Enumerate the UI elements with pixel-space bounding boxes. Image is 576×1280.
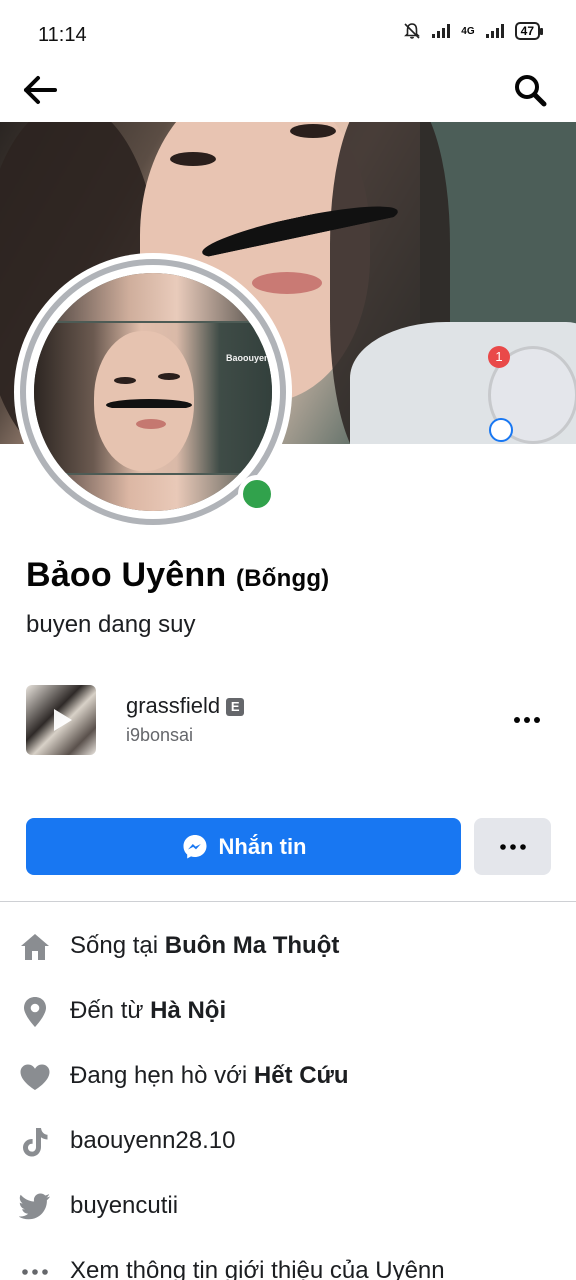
online-status-dot bbox=[238, 475, 276, 513]
back-button[interactable] bbox=[20, 70, 60, 110]
info-item-twitter[interactable]: buyencutii bbox=[0, 1176, 576, 1236]
info-twitter-text: buyencutii bbox=[70, 1192, 179, 1219]
messenger-icon bbox=[183, 834, 206, 858]
avatar-strip-bottom bbox=[34, 475, 272, 511]
featured-title: grassfield E bbox=[126, 693, 245, 719]
info-lives-prefix: Sống tại bbox=[70, 932, 165, 959]
featured-item[interactable]: grassfield E i9bonsai bbox=[26, 685, 550, 755]
cover-eye-right bbox=[290, 124, 336, 138]
avatar-scribble bbox=[106, 399, 192, 411]
info-tiktok-text: baouyenn28.10 bbox=[70, 1127, 236, 1154]
status-bar: 11:14 4G 47 bbox=[0, 0, 576, 64]
info-from-text: Đến từ Hà Nội bbox=[70, 997, 226, 1025]
search-icon bbox=[515, 75, 547, 107]
more-dots-icon bbox=[499, 843, 526, 850]
message-button[interactable]: Nhắn tin bbox=[26, 818, 461, 875]
twitter-icon bbox=[18, 1190, 52, 1224]
heart-icon bbox=[18, 1060, 52, 1094]
info-see-about-text: Xem thông tin giới thiệu của Uyênn bbox=[70, 1257, 445, 1280]
mute-bell-icon bbox=[404, 23, 421, 39]
avatar-strip-top bbox=[34, 273, 272, 321]
featured-subtitle: i9bonsai bbox=[126, 725, 194, 745]
status-time: 11:14 bbox=[38, 24, 87, 46]
search-button[interactable] bbox=[510, 70, 550, 110]
info-relationship-text: Đang hẹn hò với Hết Cứu bbox=[70, 1062, 349, 1090]
arrow-left-icon bbox=[24, 76, 57, 104]
info-item-relationship[interactable]: Đang hẹn hò với Hết Cứu bbox=[0, 1046, 576, 1106]
status-icons: 4G 47 bbox=[403, 22, 544, 40]
signal-icon bbox=[432, 24, 451, 38]
notification-badge: 1 bbox=[488, 346, 510, 368]
info-from-prefix: Đến từ bbox=[70, 997, 151, 1024]
profile-name: Bảoo Uyênn (Bốngg) bbox=[26, 556, 329, 595]
play-icon bbox=[54, 709, 72, 731]
message-button-label: Nhắn tin bbox=[218, 833, 307, 859]
signal-icon-2 bbox=[485, 24, 504, 38]
avatar-container[interactable]: Baoouyenn bbox=[14, 253, 292, 531]
more-actions-button[interactable] bbox=[474, 818, 551, 875]
featured-title-text: grassfield bbox=[126, 693, 221, 718]
more-dots-icon bbox=[514, 717, 540, 723]
location-pin-icon bbox=[18, 995, 52, 1029]
tiktok-icon bbox=[18, 1125, 52, 1159]
info-relationship-prefix: Đang hẹn hò với bbox=[70, 1062, 254, 1089]
more-dots-icon bbox=[18, 1255, 52, 1280]
section-divider bbox=[0, 901, 576, 902]
info-lives-in-text: Sống tại Buôn Ma Thuột bbox=[70, 932, 339, 960]
avatar-watermark: Baoouyenn bbox=[226, 353, 272, 363]
profile-bio: buyen dang suy bbox=[26, 611, 196, 638]
battery-indicator: 47 bbox=[514, 22, 544, 40]
top-nav bbox=[0, 64, 576, 120]
avatar-eye-left bbox=[114, 377, 136, 384]
network-type: 4G bbox=[461, 25, 475, 37]
info-item-see-about[interactable]: Xem thông tin giới thiệu của Uyênn bbox=[0, 1241, 576, 1280]
explicit-badge: E bbox=[226, 698, 245, 716]
edit-badge[interactable] bbox=[489, 418, 513, 442]
avatar[interactable]: Baoouyenn bbox=[34, 273, 272, 511]
home-icon bbox=[18, 930, 52, 964]
avatar-eye-right bbox=[158, 373, 180, 380]
info-from-value[interactable]: Hà Nội bbox=[150, 997, 226, 1024]
cover-eye-left bbox=[170, 152, 216, 166]
avatar-lips bbox=[136, 419, 166, 429]
info-item-lives-in[interactable]: Sống tại Buôn Ma Thuột bbox=[0, 916, 576, 976]
profile-name-text: Bảoo Uyênn bbox=[26, 556, 227, 594]
info-relationship-value[interactable]: Hết Cứu bbox=[254, 1062, 349, 1089]
info-item-from[interactable]: Đến từ Hà Nội bbox=[0, 981, 576, 1041]
info-item-tiktok[interactable]: baouyenn28.10 bbox=[0, 1111, 576, 1171]
profile-alt-name: (Bốngg) bbox=[236, 565, 330, 592]
featured-more-button[interactable] bbox=[510, 705, 544, 735]
info-lives-value[interactable]: Buôn Ma Thuột bbox=[165, 932, 340, 959]
featured-thumbnail[interactable] bbox=[26, 685, 96, 755]
